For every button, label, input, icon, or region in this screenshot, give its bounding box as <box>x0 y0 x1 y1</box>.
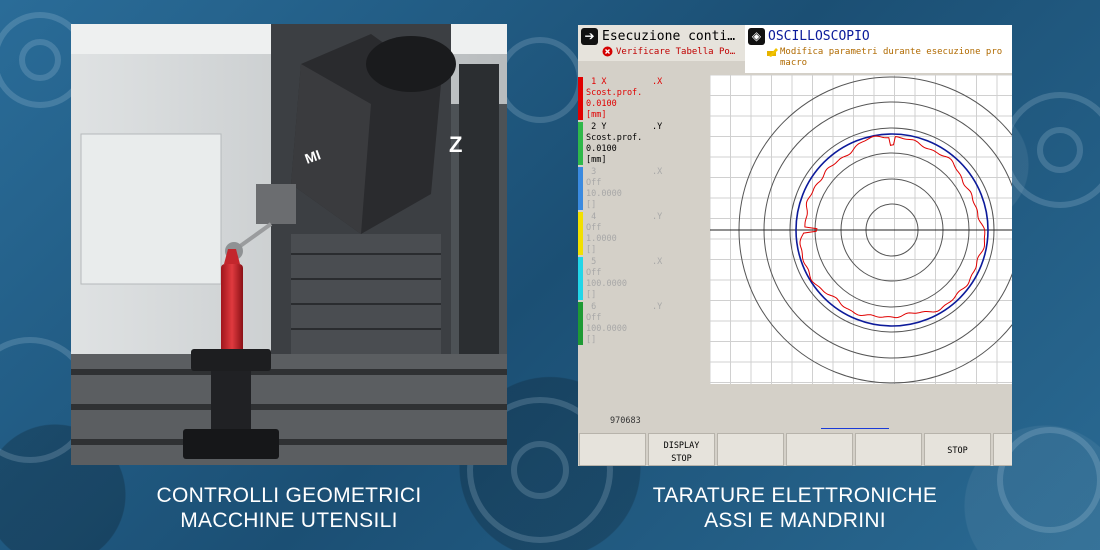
softkey-6[interactable]: STOP <box>924 433 991 466</box>
softkey-3[interactable] <box>717 433 784 466</box>
machine-tool-photo: MI Z <box>71 24 507 465</box>
run-arrow-icon: ➔ <box>581 28 598 45</box>
channel-row[interactable]: [mm] <box>586 110 606 121</box>
channel-row[interactable]: Scost.prof. <box>586 133 642 144</box>
softkey-4[interactable] <box>786 433 853 466</box>
tab-oscilloscopio[interactable]: ◈ OSCILLOSCOPIO Modifica parametri duran… <box>745 25 1012 73</box>
channel-row[interactable]: Off <box>586 178 601 189</box>
counter-value: 970683 <box>610 416 641 426</box>
channel-row[interactable]: 10.0000 <box>586 189 622 200</box>
tab1-title: Esecuzione conti… <box>602 29 736 44</box>
channel-row[interactable]: 1 X <box>586 77 606 88</box>
channel-row[interactable]: [] <box>586 200 596 211</box>
channel-color-bar <box>578 257 583 300</box>
tab2-subtitle-line1: Modifica parametri durante esecuzione pr… <box>780 47 1003 57</box>
channel-row[interactable]: [] <box>586 335 596 346</box>
tab-esecuzione[interactable]: ➔ Esecuzione conti… Verificare Tabella P… <box>578 25 746 61</box>
softkey-1[interactable] <box>579 433 646 466</box>
channel-color-bar <box>578 167 583 210</box>
tab2-subtitle-line2: macro <box>780 58 808 68</box>
channel-row[interactable]: 1.0000 <box>586 234 617 245</box>
channel-row[interactable]: Scost.prof. <box>586 88 642 99</box>
channel-row[interactable]: 6 <box>586 302 601 313</box>
channel-row[interactable]: Off <box>586 268 601 279</box>
channel-color-bar <box>578 122 583 165</box>
right-caption-line1: TARATURE ELETTRONICHE <box>652 484 938 507</box>
channel-axis-letter: .Y <box>652 212 663 222</box>
channel-axis-letter: .Y <box>652 122 663 132</box>
right-caption: TARATURE ELETTRONICHE ASSI E MANDRINI <box>578 483 1012 533</box>
channel-row[interactable]: 0.0100 <box>586 99 617 110</box>
channel-axis-letter: .X <box>652 77 663 87</box>
channel-row[interactable]: [] <box>586 245 596 256</box>
channel-row[interactable]: 2 Y <box>586 122 606 133</box>
channel-row[interactable]: 0.0100 <box>586 144 617 155</box>
channel-row[interactable]: [mm] <box>586 155 606 166</box>
tab2-title: OSCILLOSCOPIO <box>768 29 870 44</box>
z-axis-label: Z <box>449 132 462 157</box>
channel-row[interactable]: 3 <box>586 167 601 178</box>
error-icon <box>602 46 613 57</box>
channel-row[interactable]: Off <box>586 223 601 234</box>
left-caption: CONTROLLI GEOMETRICI MACCHINE UTENSILI <box>71 483 507 533</box>
measurement-trace <box>799 135 986 319</box>
channel-row[interactable]: 100.0000 <box>586 324 627 335</box>
channel-color-bar <box>578 302 583 345</box>
polar-plot <box>709 74 1012 384</box>
channel-list: 1 X .X Scost.prof. 0.0100 [mm] 2 Y .Y Scost.pr… <box>578 73 710 429</box>
right-caption-line2: ASSI E MANDRINI <box>704 509 886 532</box>
channel-row[interactable]: 5 <box>586 257 601 268</box>
channel-color-bar <box>578 212 583 255</box>
channel-axis-letter: .X <box>652 257 663 267</box>
channel-axis-letter: .X <box>652 167 663 177</box>
left-caption-line1: CONTROLLI GEOMETRICI <box>156 484 422 507</box>
diamond-arrow-icon: ◈ <box>748 28 765 45</box>
channel-axis-letter: .Y <box>652 302 663 312</box>
softkey-7[interactable] <box>993 433 1012 466</box>
tab1-subtitle: Verificare Tabella Po… <box>616 47 736 57</box>
pencil-warning-icon <box>767 48 778 57</box>
channel-row[interactable]: Off <box>586 313 601 324</box>
oscilloscope-screen: ➔ Esecuzione conti… Verificare Tabella P… <box>578 25 1012 466</box>
scope-header: ➔ Esecuzione conti… Verificare Tabella P… <box>578 25 1012 73</box>
channel-row[interactable]: [] <box>586 290 596 301</box>
channel-row[interactable]: 4 <box>586 212 601 223</box>
softkey-2[interactable]: DISPLAY STOP <box>648 433 715 466</box>
softkey-5[interactable] <box>855 433 922 466</box>
left-caption-line2: MACCHINE UTENSILI <box>180 509 398 532</box>
channel-color-bar <box>578 77 583 120</box>
channel-row[interactable]: 100.0000 <box>586 279 627 290</box>
softkey-bar: DISPLAY STOP STOP <box>578 429 1012 466</box>
